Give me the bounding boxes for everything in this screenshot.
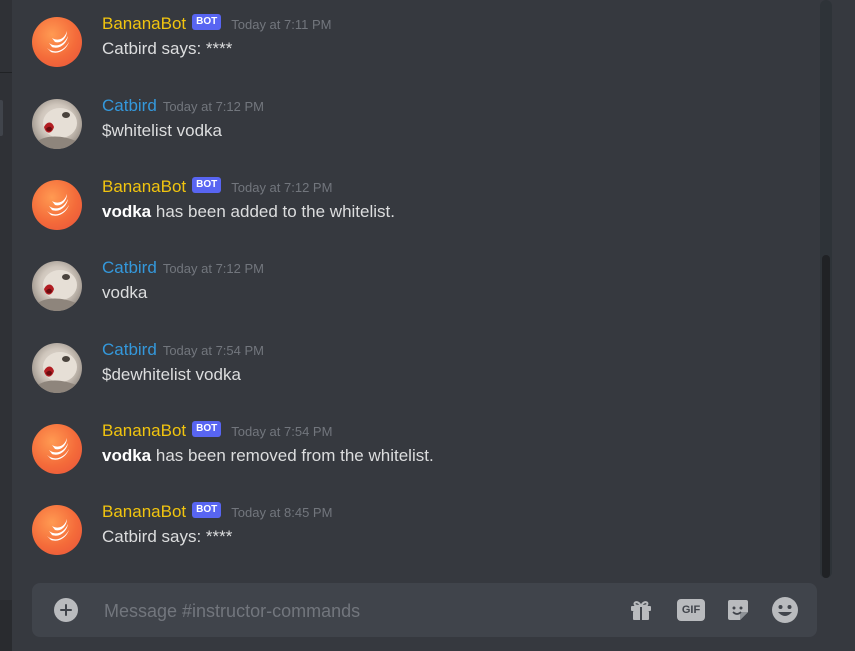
gif-button[interactable]: GIF: [677, 596, 705, 624]
banana-logo-icon: [47, 194, 69, 216]
message-header: BananaBot BOT Today at 7:54 PM: [102, 419, 332, 443]
username[interactable]: Catbird: [102, 258, 157, 278]
timestamp: Today at 8:45 PM: [231, 504, 333, 520]
avatar[interactable]: [32, 343, 82, 393]
username[interactable]: Catbird: [102, 340, 157, 360]
emoji-icon: [772, 597, 798, 623]
gif-icon: GIF: [677, 599, 705, 621]
message: BananaBot BOT Today at 8:45 PM Catbird s…: [12, 500, 812, 570]
message-content: vodka has been added to the whitelist.: [102, 202, 395, 222]
banana-logo-icon: [47, 519, 69, 541]
bot-badge: BOT: [192, 502, 222, 518]
bot-badge: BOT: [192, 421, 222, 437]
avatar[interactable]: [32, 424, 82, 474]
message-composer: GIF: [32, 583, 817, 637]
bot-badge: BOT: [192, 14, 222, 30]
timestamp: Today at 7:12 PM: [162, 260, 264, 276]
message-text: Catbird says: ****: [102, 39, 233, 58]
message-bold-text: vodka: [102, 202, 152, 221]
avatar[interactable]: [32, 99, 82, 149]
sticker-icon: [728, 600, 748, 620]
timestamp: Today at 7:12 PM: [162, 98, 264, 114]
sidebar-divider: [0, 72, 12, 73]
message-header: BananaBot BOT Today at 7:11 PM: [102, 12, 331, 36]
message: BananaBot BOT Today at 7:12 PM vodka has…: [12, 175, 812, 245]
message: Catbird Today at 7:54 PM $dewhitelist vo…: [12, 338, 812, 408]
message: Catbird Today at 7:12 PM vodka: [12, 256, 812, 326]
username[interactable]: BananaBot: [102, 502, 186, 522]
message-text: has been removed from the whitelist.: [151, 446, 434, 465]
cat-photo-icon: [38, 270, 77, 311]
message-text: $whitelist vodka: [102, 121, 223, 140]
sticker-button[interactable]: [724, 596, 752, 624]
message-content: $dewhitelist vodka: [102, 365, 241, 385]
timestamp: Today at 7:54 PM: [231, 423, 333, 439]
message-text: $dewhitelist vodka: [102, 365, 241, 384]
attach-plus-button[interactable]: [54, 598, 78, 622]
message: Catbird Today at 7:12 PM $whitelist vodk…: [12, 94, 812, 164]
avatar[interactable]: [32, 505, 82, 555]
avatar[interactable]: [32, 261, 82, 311]
message-bold-text: vodka: [102, 446, 152, 465]
avatar[interactable]: [32, 17, 82, 67]
message: BananaBot BOT Today at 7:54 PM vodka has…: [12, 419, 812, 489]
cat-photo-icon: [38, 108, 77, 149]
bot-badge: BOT: [192, 177, 222, 193]
message-text: has been added to the whitelist.: [151, 202, 395, 221]
message-content: Catbird says: ****: [102, 527, 232, 547]
timestamp: Today at 7:12 PM: [231, 179, 333, 195]
sidebar-user-panel-edge: [0, 600, 12, 651]
gift-icon: [631, 601, 651, 620]
timestamp: Today at 7:11 PM: [231, 16, 332, 32]
message-content: $whitelist vodka: [102, 121, 222, 141]
username[interactable]: BananaBot: [102, 177, 186, 197]
message-text: vodka: [102, 283, 148, 302]
banana-logo-icon: [47, 31, 69, 53]
timestamp: Today at 7:54 PM: [162, 342, 264, 358]
message-content: vodka has been removed from the whitelis…: [102, 446, 434, 466]
avatar[interactable]: [32, 180, 82, 230]
message-header: BananaBot BOT Today at 7:12 PM: [102, 175, 332, 199]
message-content: vodka: [102, 283, 147, 303]
gift-button[interactable]: [627, 596, 655, 624]
username[interactable]: BananaBot: [102, 421, 186, 441]
cat-photo-icon: [38, 352, 77, 393]
banana-logo-icon: [47, 438, 69, 460]
message-input[interactable]: [102, 597, 606, 625]
username[interactable]: Catbird: [102, 96, 157, 116]
message-content: Catbird says: ****: [102, 39, 232, 59]
username[interactable]: BananaBot: [102, 14, 186, 34]
message-text: Catbird says: ****: [102, 527, 233, 546]
sidebar-selection-indicator: [0, 100, 3, 136]
message-header: BananaBot BOT Today at 8:45 PM: [102, 500, 332, 524]
message-header: Catbird Today at 7:54 PM: [102, 338, 264, 362]
message-header: Catbird Today at 7:12 PM: [102, 94, 264, 118]
channel-sidebar-edge: [0, 0, 12, 651]
scrollbar-thumb[interactable]: [822, 255, 830, 578]
plus-circle-icon: [60, 604, 72, 616]
message-list: BananaBot BOT Today at 7:11 PM Catbird s…: [12, 0, 820, 575]
message-header: Catbird Today at 7:12 PM: [102, 256, 264, 280]
message: BananaBot BOT Today at 7:11 PM Catbird s…: [12, 12, 812, 82]
emoji-button[interactable]: [771, 596, 799, 624]
